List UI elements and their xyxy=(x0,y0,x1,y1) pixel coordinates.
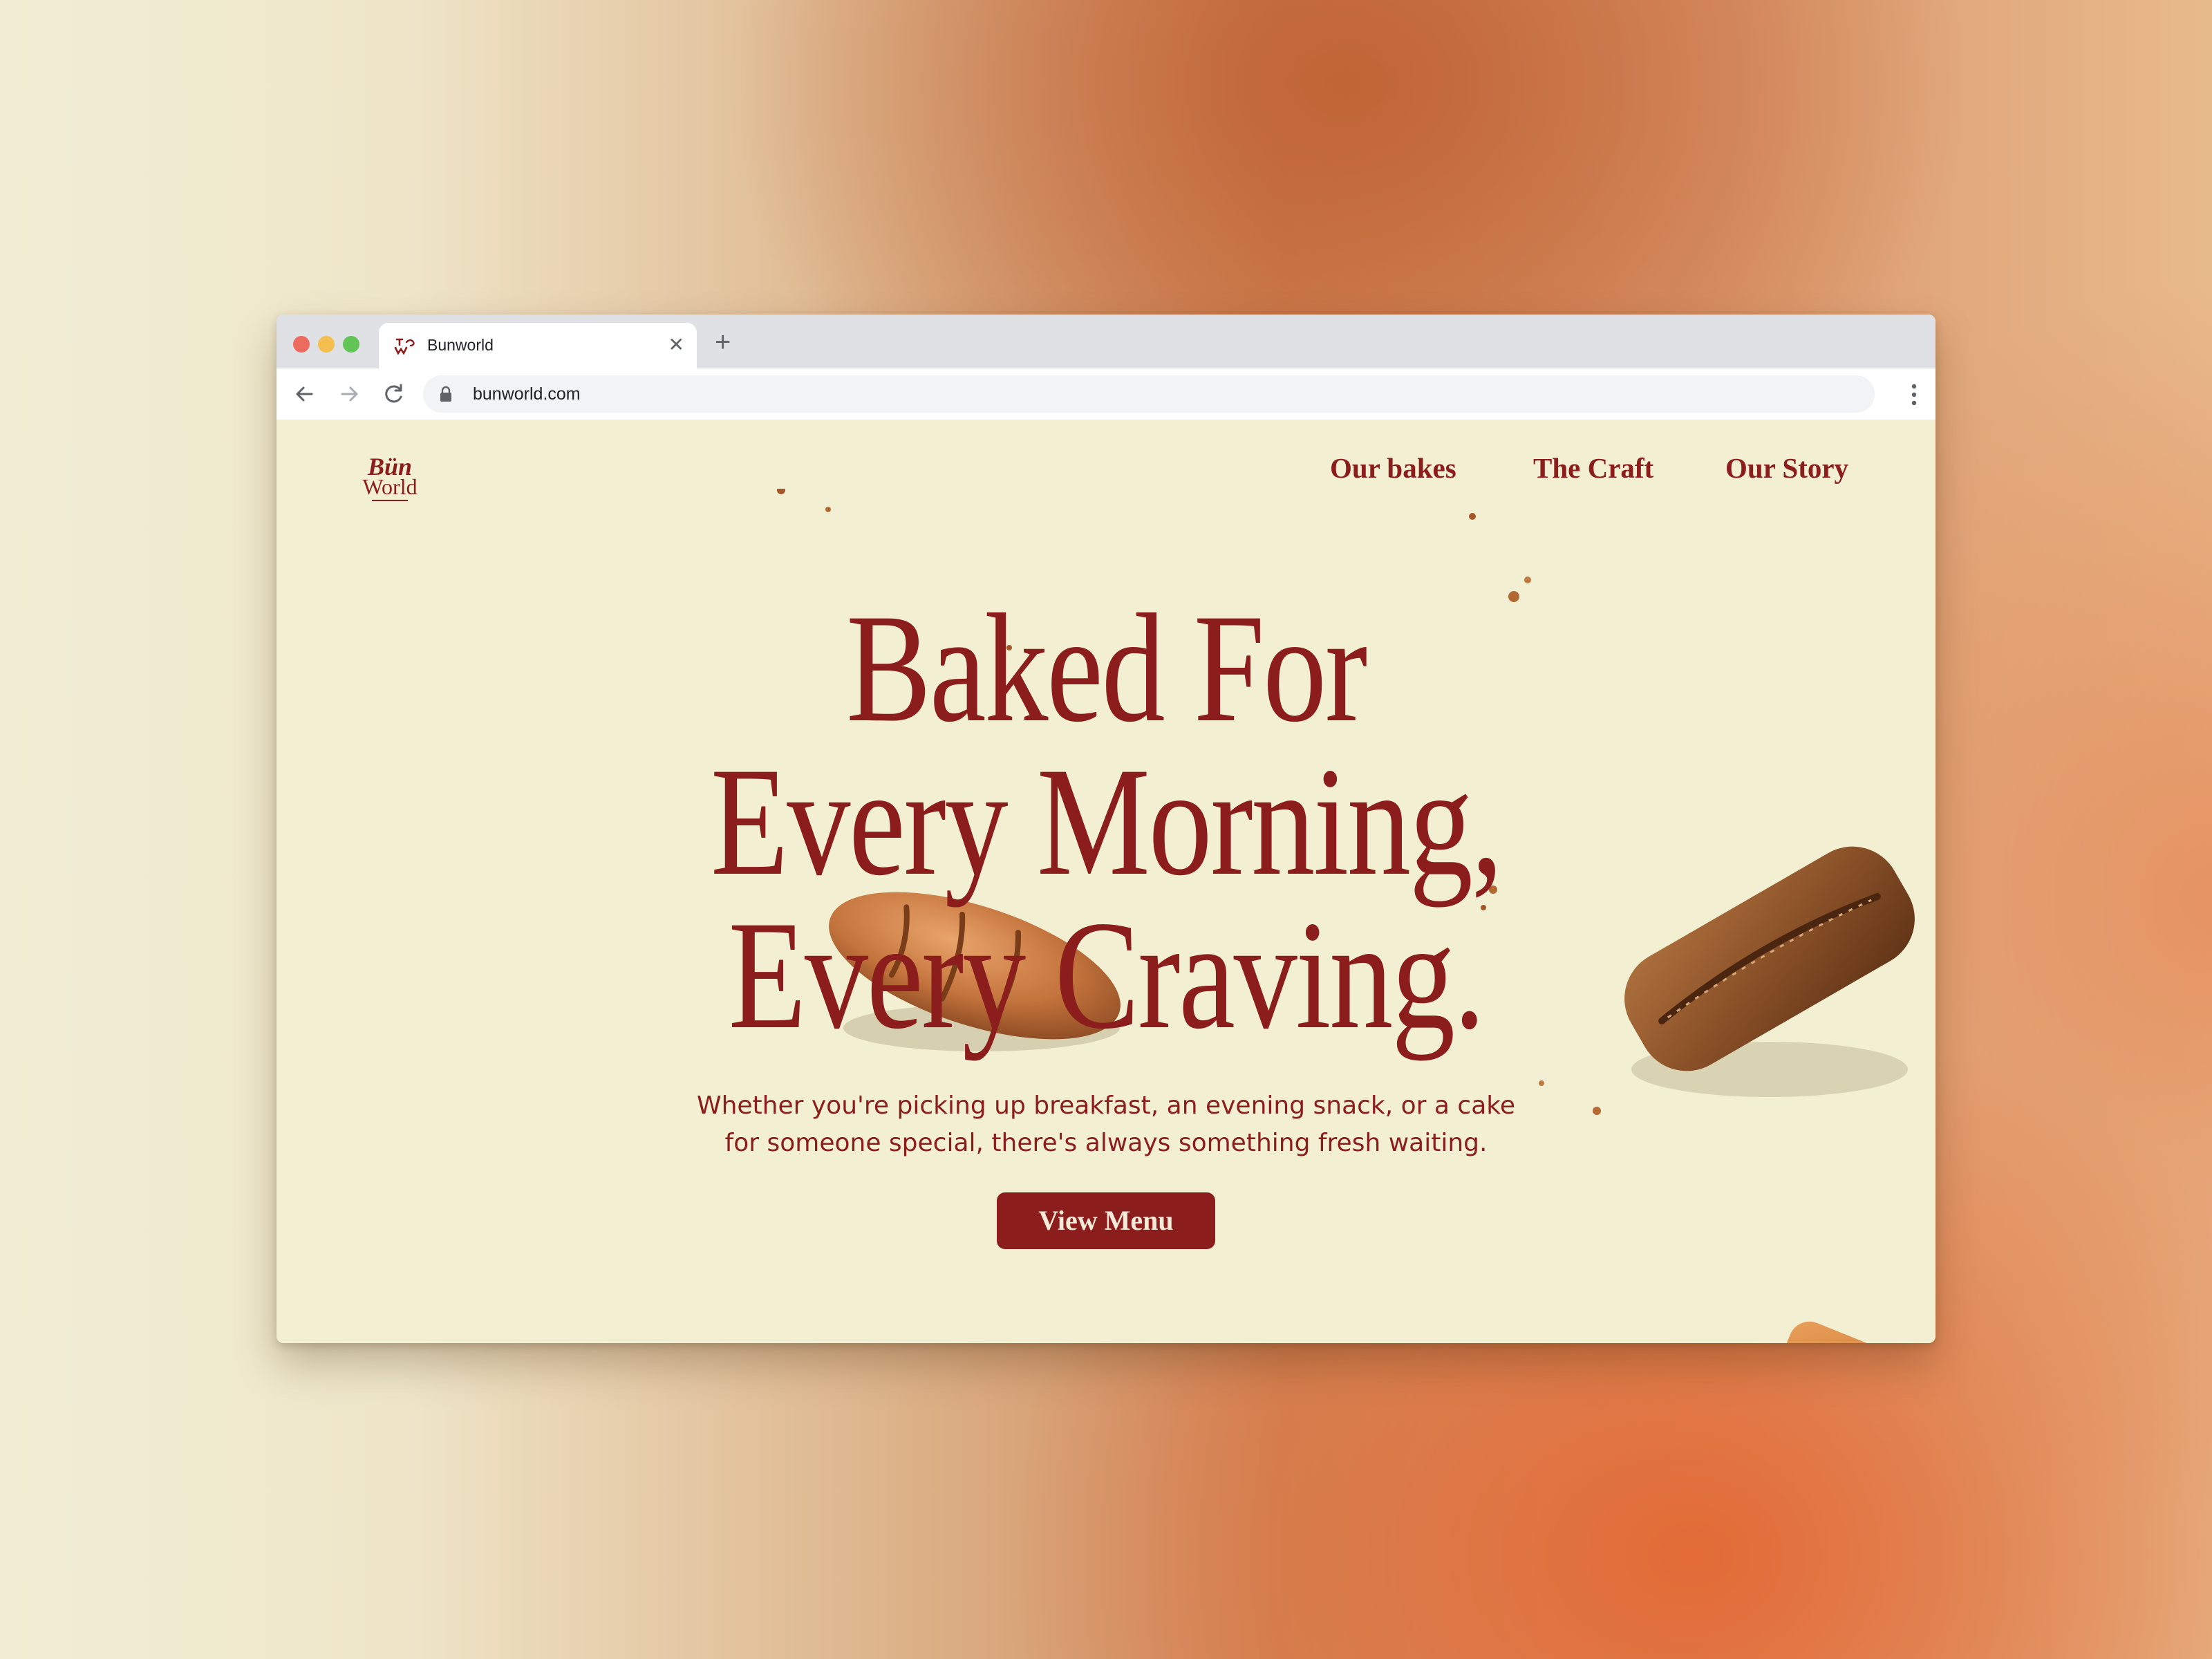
hero-line-2: Every Morning, xyxy=(710,735,1503,908)
hero-heading: Baked For Every Morning, Every Craving. xyxy=(653,581,1559,1061)
nav-the-craft[interactable]: The Craft xyxy=(1533,451,1653,485)
subtitle-line-2: for someone special, there's always some… xyxy=(724,1129,1488,1157)
back-arrow-icon[interactable] xyxy=(289,378,321,410)
hero-line-3: Every Craving. xyxy=(728,888,1485,1061)
tab-bar: Bunworld ✕ + xyxy=(276,315,1936,368)
bunworld-logo[interactable]: Bün World xyxy=(348,449,431,504)
nav-our-bakes[interactable]: Our bakes xyxy=(1330,451,1456,485)
more-menu-icon[interactable] xyxy=(1911,381,1918,409)
forward-arrow-icon[interactable] xyxy=(333,378,365,410)
browser-window: Bunworld ✕ + bunworld.com Bün World Our … xyxy=(276,315,1936,1343)
favicon-icon xyxy=(394,338,415,355)
dark-bread-loaf xyxy=(1624,846,1915,1097)
nav-our-story[interactable]: Our Story xyxy=(1725,451,1848,485)
close-icon[interactable]: ✕ xyxy=(668,332,684,357)
web-page: Bün World Our bakes The Craft Our Story xyxy=(276,420,1936,1343)
browser-toolbar: bunworld.com xyxy=(276,368,1936,420)
address-bar[interactable]: bunworld.com xyxy=(423,375,1875,413)
hero-line-1: Baked For xyxy=(846,581,1367,754)
browser-tab[interactable]: Bunworld ✕ xyxy=(379,323,697,368)
new-tab-icon[interactable]: + xyxy=(715,327,731,357)
maximize-window-button[interactable] xyxy=(343,336,359,353)
puff-pastry xyxy=(1744,1321,1936,1343)
view-menu-button[interactable]: View Menu xyxy=(997,1192,1215,1249)
reload-icon[interactable] xyxy=(377,378,409,410)
tab-title: Bunworld xyxy=(427,336,494,354)
close-window-button[interactable] xyxy=(293,336,310,353)
hero-subtitle: Whether you're picking up breakfast, an … xyxy=(691,1087,1521,1162)
svg-text:World: World xyxy=(362,474,417,499)
subtitle-line-1: Whether you're picking up breakfast, an … xyxy=(696,1091,1515,1120)
cream-bun xyxy=(774,1318,1023,1343)
url-text: bunworld.com xyxy=(473,384,581,404)
lock-icon xyxy=(440,386,451,402)
minimize-window-button[interactable] xyxy=(318,336,335,353)
